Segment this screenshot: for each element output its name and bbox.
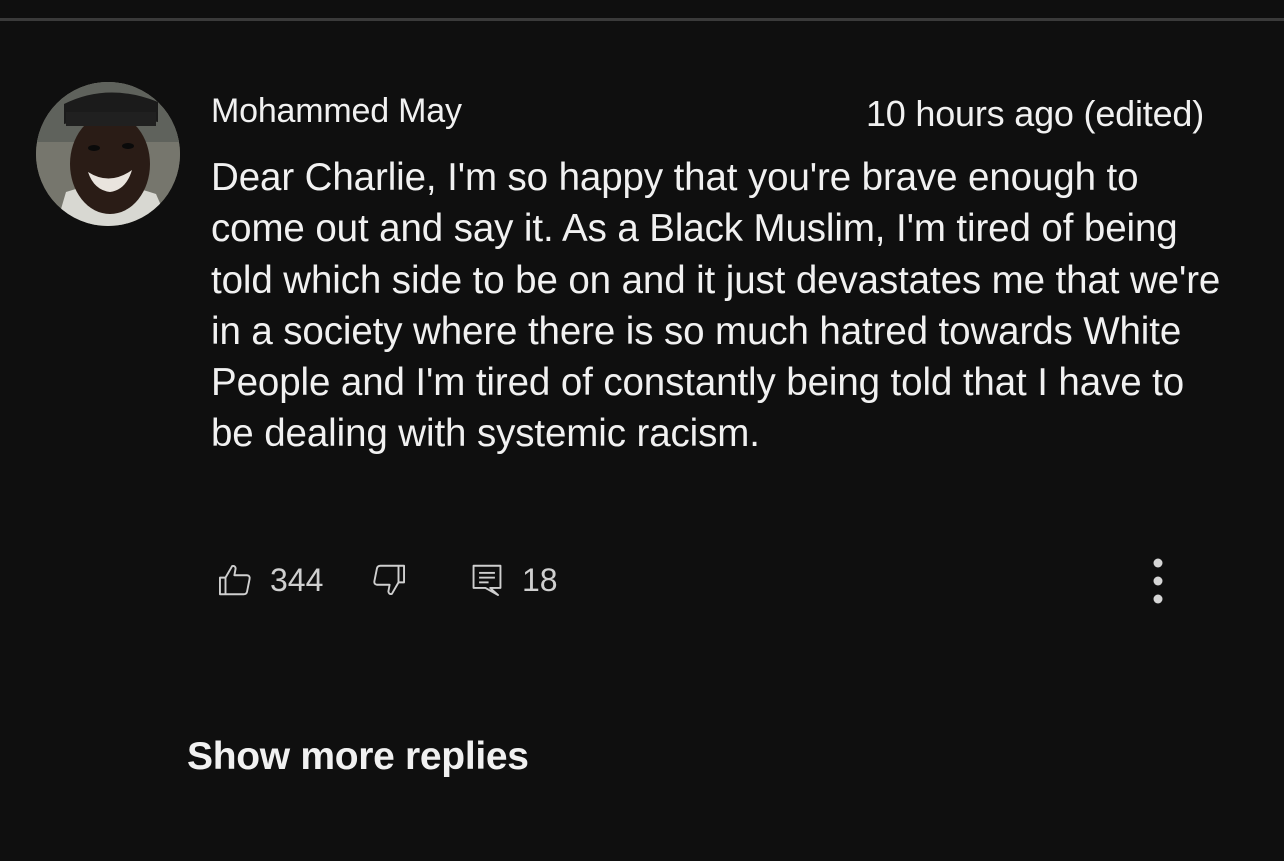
comment-text: Dear Charlie, I'm so happy that you're b…: [211, 156, 1221, 456]
show-more-replies-button[interactable]: Show more replies: [187, 735, 529, 779]
more-vertical-icon: [1153, 558, 1163, 604]
avatar-image: [36, 82, 180, 226]
comment-action-bar: 344 18: [216, 558, 1176, 602]
comment-icon: [472, 564, 502, 596]
reply-button[interactable]: 18: [468, 558, 558, 602]
avatar[interactable]: [36, 82, 180, 226]
like-count: 344: [270, 561, 324, 598]
more-options-button[interactable]: [1140, 556, 1176, 606]
reply-count: 18: [522, 561, 558, 598]
thumbs-down-icon: [373, 564, 405, 595]
thumbs-up-icon: [219, 565, 251, 596]
top-divider: [0, 18, 1284, 21]
comment-author[interactable]: Mohammed May: [211, 92, 462, 131]
like-button[interactable]: 344: [216, 558, 323, 602]
dislike-button[interactable]: [370, 558, 408, 602]
comment-timestamp[interactable]: 10 hours ago (edited): [866, 93, 1204, 135]
